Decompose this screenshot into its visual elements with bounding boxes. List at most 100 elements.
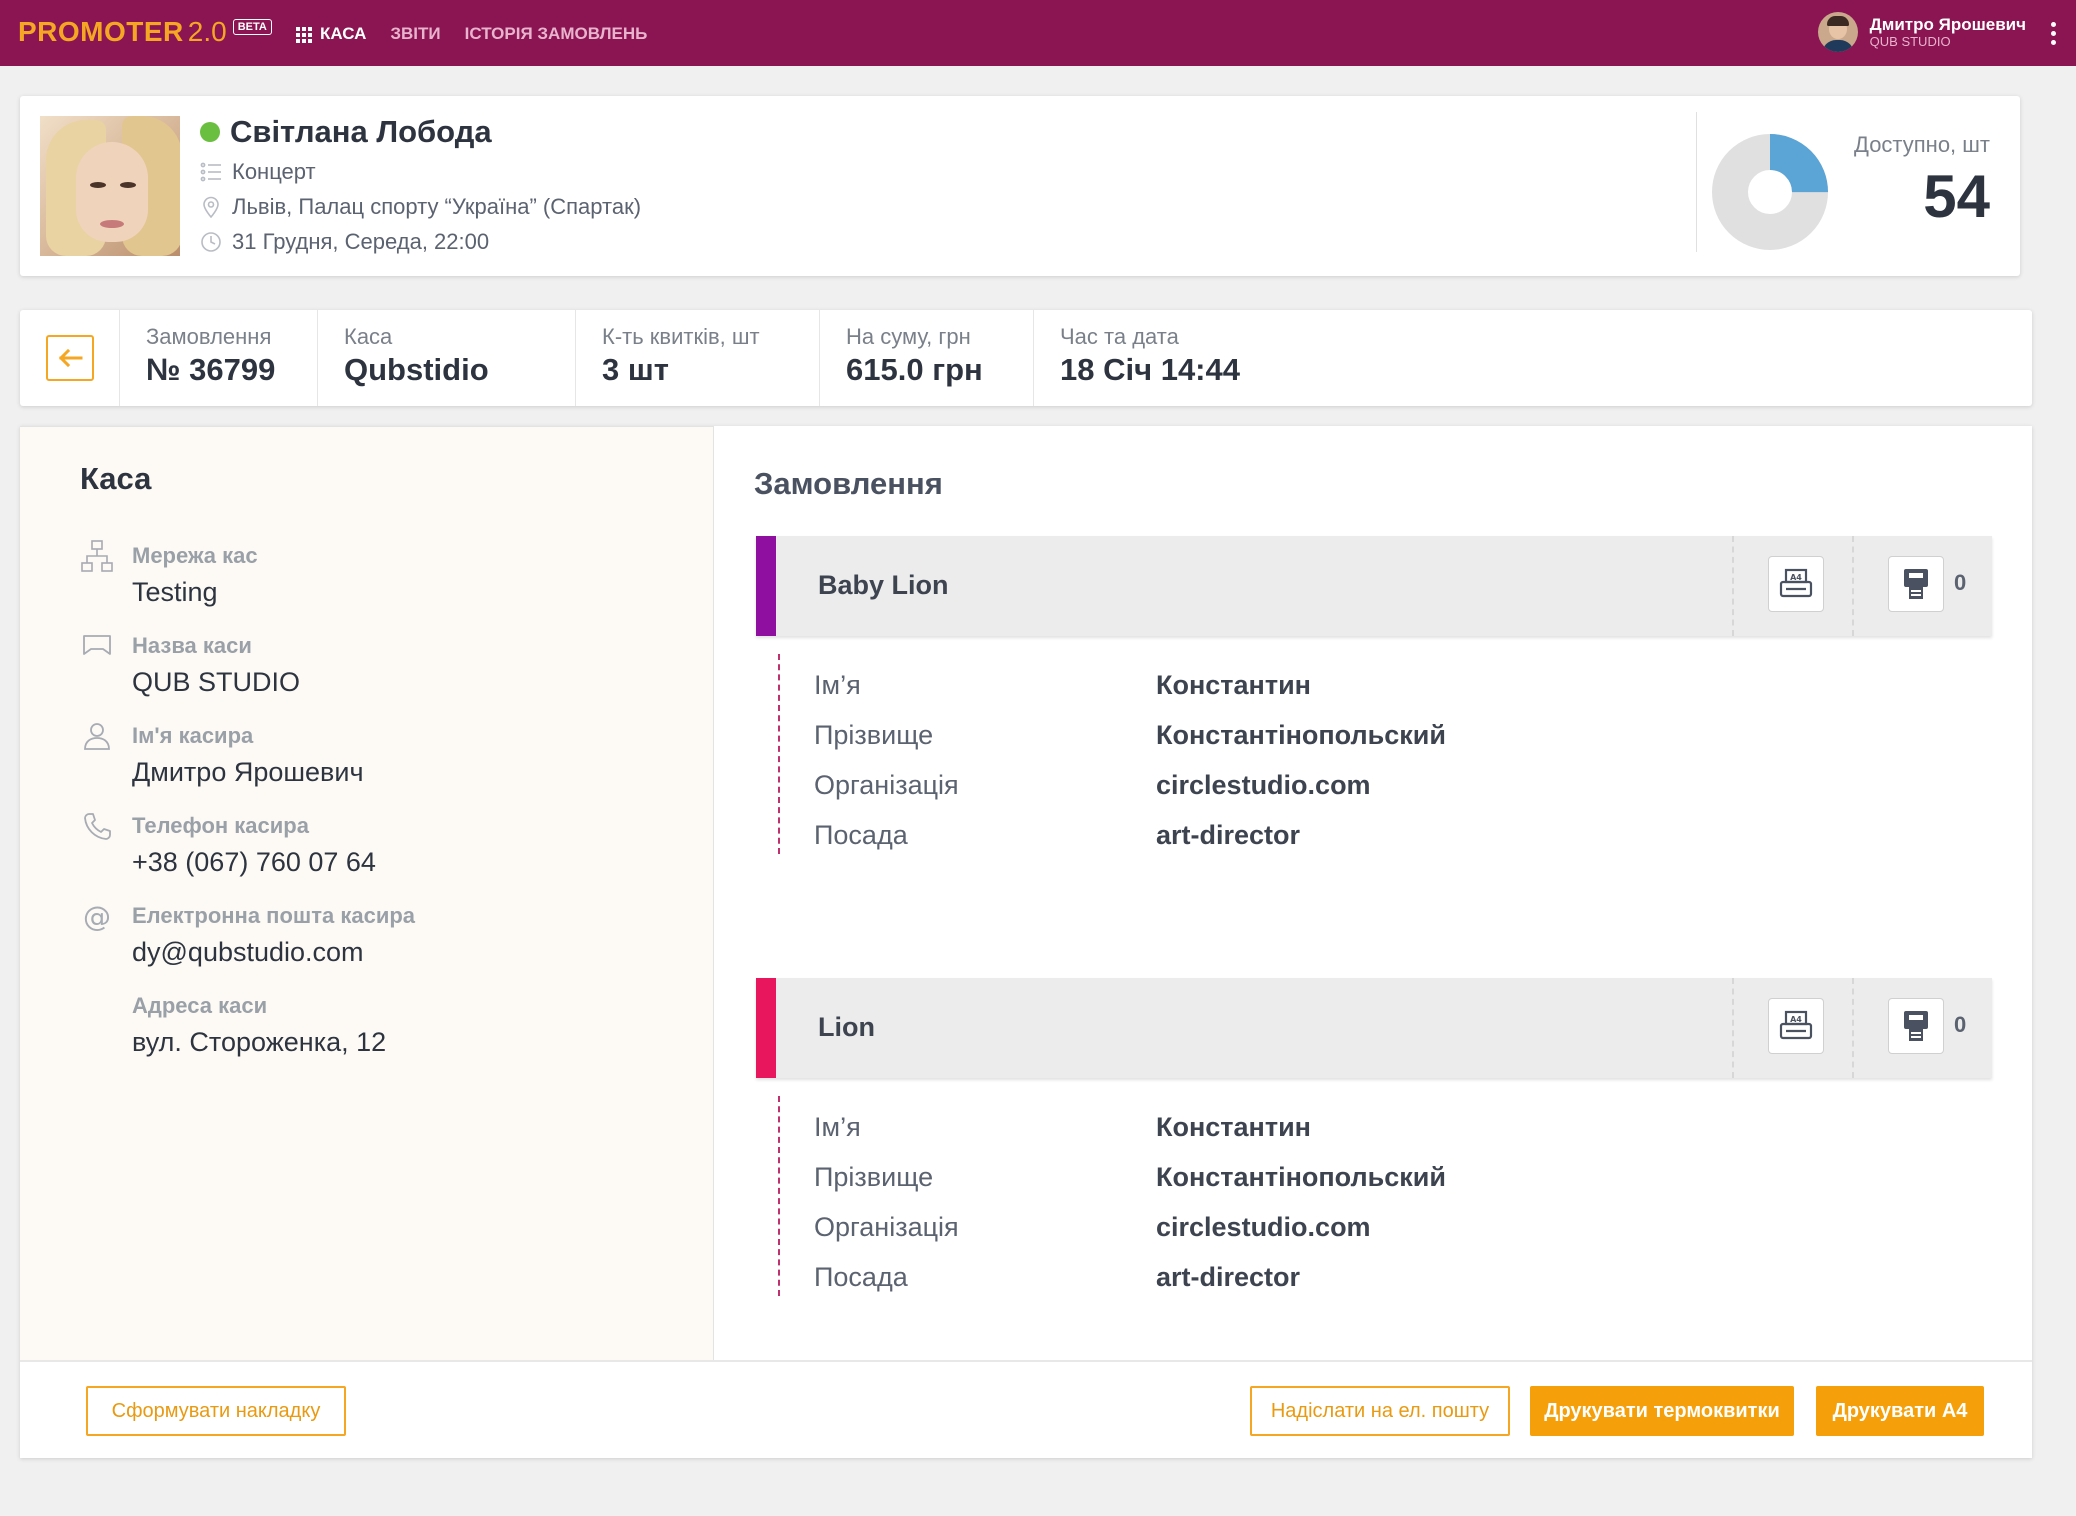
field-value: circlestudio.com [1156,770,1371,800]
network-icon [80,539,114,573]
field-label: Організація [814,1212,959,1242]
ticket-name: Lion [818,1012,875,1042]
status-dot [200,122,220,142]
phone-icon [80,809,114,843]
ticket-card: Lion A4 0 Ім’я Константин Прізвище Констан… [756,978,1992,1298]
print-a4-button[interactable]: A4 [1768,556,1824,612]
cashbox-title: Каса [80,461,152,496]
field-value: art-director [1156,820,1301,850]
ticket-color-stripe [756,536,776,636]
ticket-color-stripe [756,978,776,1078]
print-a4-button[interactable]: A4 [1768,998,1824,1054]
event-title: Світлана Лобода [230,114,492,149]
nav-label: КАСА [320,24,367,43]
box-value: Qubstidio [344,352,489,387]
print-thermo-tickets-button[interactable]: Друкувати термоквитки [1530,1386,1794,1436]
cashbox-panel: Каса Мережа кас Testing Назва каси QUB S… [20,426,714,1360]
address-value: вул. Стороженка, 12 [132,1027,387,1057]
ticket-count: 0 [1954,570,1967,595]
field-label: Організація [814,770,959,800]
tickets-count-label: К-ть квитків, шт [602,324,760,349]
order-summary: Замовлення № 36799 Каса Qubstidio К-ть к… [20,310,2032,406]
send-email-button[interactable]: Надіслати на ел. пошту [1250,1386,1510,1436]
svg-text:A4: A4 [1790,573,1802,582]
thermo-print-icon [1904,569,1928,599]
svg-text:A4: A4 [1790,1015,1802,1024]
field-label: Посада [814,820,908,850]
address-label: Адреса каси [132,993,268,1018]
more-icon[interactable] [2051,22,2056,45]
phone-label: Телефон касира [132,813,309,838]
order-details-panel: Каса Мережа кас Testing Назва каси QUB S… [20,426,2032,1458]
print-a4-main-button[interactable]: Друкувати А4 [1816,1386,1984,1436]
order-title: Замовлення [754,466,943,501]
user-org: QUB STUDIO [1869,34,1951,49]
datetime-label: Час та дата [1060,324,1179,349]
box-label: Каса [344,324,393,349]
grid-icon [296,26,312,43]
create-invoice-button[interactable]: Сформувати накладку [86,1386,346,1436]
event-card: Світлана Лобода Концерт Львів, Палац спо… [20,96,2020,276]
nav-item-order-history[interactable]: ІСТОРІЯ ЗАМОВЛЕНЬ [465,24,648,44]
beta-badge: BETA [232,19,272,35]
thermo-print-icon [1904,1011,1928,1041]
field-value: circlestudio.com [1156,1212,1371,1242]
back-button[interactable] [45,335,94,381]
event-type: Концерт [232,158,316,184]
nav-item-kasa[interactable]: КАСА [296,24,366,44]
availability-donut [1712,134,1828,250]
field-value: Константин [1156,1112,1311,1142]
field-label: Ім’я [814,1112,861,1142]
main-nav: КАСА ЗВІТИ ІСТОРІЯ ЗАМОВЛЕНЬ [296,24,671,44]
field-value: Константінопольский [1156,1162,1446,1192]
field-label: Ім’я [814,670,861,700]
phone-value: +38 (067) 760 07 64 [132,847,376,877]
register-icon [80,629,114,663]
location-pin-icon [200,196,222,218]
ticket-name: Baby Lion [818,570,949,600]
network-value: Testing [132,577,218,607]
event-datetime: 31 Грудня, Середа, 22:00 [232,228,490,254]
field-label: Прізвище [814,720,934,750]
email-value: dy@qubstudio.com [132,937,364,967]
field-label: Посада [814,1262,908,1292]
at-icon: @ [83,899,111,933]
user-icon [80,719,114,753]
list-icon [200,161,222,183]
cashier-value: Дмитро Ярошевич [132,757,364,787]
arrow-left-icon [58,348,82,368]
clock-icon [200,231,222,253]
order-panel: Замовлення Baby Lion A4 0 Ім’я Константин… [714,426,2032,1360]
print-thermo-button[interactable] [1888,998,1944,1054]
logo-text: PROMOTER [18,16,184,47]
event-photo [40,116,180,256]
box-name-value: QUB STUDIO [132,667,301,697]
print-thermo-button[interactable] [1888,556,1944,612]
nav-item-reports[interactable]: ЗВІТИ [390,24,440,44]
cashier-label: Ім'я касира [132,723,254,748]
datetime-value: 18 Січ 14:44 [1060,352,1240,387]
available-count: 54 [1923,163,1990,230]
event-venue: Львів, Палац спорту “Україна” (Спартак) [232,193,642,219]
logo-version: 2.0 [187,16,227,47]
available-label: Доступно, шт [1854,132,1990,157]
ticket-card: Baby Lion A4 0 Ім’я Константин Прізвище Ко… [756,536,1992,856]
logo[interactable]: PROMOTER 2.0 BETA [18,16,272,48]
field-value: art-director [1156,1262,1301,1292]
sum-label: На суму, грн [846,324,971,349]
email-label: Електронна пошта касира [132,903,416,928]
user-menu[interactable]: Дмитро Ярошевич QUB STUDIO [1817,12,2026,52]
network-label: Мережа кас [132,543,258,568]
action-footer: Сформувати накладку Надіслати на ел. пош… [20,1360,2032,1458]
field-value: Константінопольский [1156,720,1446,750]
sum-value: 615.0 грн [846,352,983,387]
ticket-count: 0 [1954,1012,1967,1037]
avatar [1817,12,1858,52]
field-label: Прізвище [814,1162,934,1192]
print-a4-icon: A4 [1779,1010,1813,1040]
order-number: № 36799 [146,352,276,387]
user-name: Дмитро Ярошевич [1869,15,2026,34]
field-value: Константин [1156,670,1311,700]
tickets-count-value: 3 шт [602,352,669,387]
top-bar: PROMOTER 2.0 BETA КАСА ЗВІТИ ІСТОРІЯ ЗАМ… [0,0,2076,66]
